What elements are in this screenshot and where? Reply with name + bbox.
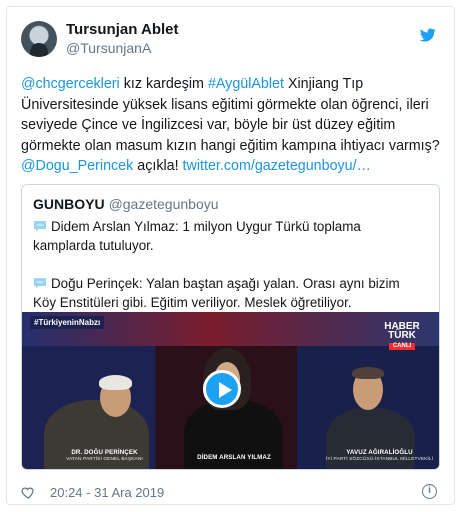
- tweet-text: @chcgercekleri kız kardeşim #AygülAblet …: [21, 74, 441, 177]
- heart-icon[interactable]: [21, 485, 36, 500]
- caption-center-name: DİDEM ARSLAN YILMAZ: [197, 454, 271, 461]
- video-thumbnail[interactable]: #TürkiyeninNabzı HABER TÜRK CANLI DR. DO…: [22, 312, 439, 469]
- author-handle[interactable]: @TursunjanA: [66, 39, 151, 57]
- twitter-bird-icon[interactable]: [419, 27, 437, 43]
- tweet-timestamp[interactable]: 20:24 - 31 Ara 2019: [50, 485, 164, 501]
- tweet-link[interactable]: twitter.com/gazetegunboyu/…: [183, 158, 371, 174]
- tweet-text-segment: kız kardeşim: [119, 76, 208, 92]
- caption-left-title: VATAN PARTİSİ GENEL BAŞKANI: [66, 457, 143, 462]
- caption-right-name: YAVUZ AĞIRALİOĞLU: [346, 449, 413, 456]
- quoted-author-handle[interactable]: @gazetegunboyu: [109, 196, 219, 212]
- play-icon[interactable]: [203, 370, 241, 408]
- quoted-tweet[interactable]: GUNBOYU @gazetegunboyu Didem Arslan Yılma…: [21, 184, 440, 470]
- live-badge: CANLI: [389, 343, 415, 350]
- quoted-paragraph-text: Doğu Perinçek: Yalan baştan aşağı yalan.…: [33, 276, 400, 310]
- avatar[interactable]: [21, 21, 57, 57]
- speech-bubble-icon: [34, 221, 46, 231]
- quoted-paragraph-1: Didem Arslan Yılmaz: 1 milyon Uygur Türk…: [33, 217, 423, 255]
- quoted-paragraph-text: Didem Arslan Yılmaz: 1 milyon Uygur Türk…: [33, 219, 361, 253]
- quoted-paragraph-2: Doğu Perinçek: Yalan baştan aşağı yalan.…: [33, 274, 423, 312]
- program-hashtag: #TürkiyeninNabzı: [30, 316, 105, 329]
- speech-bubble-icon: [34, 278, 46, 288]
- quoted-header: GUNBOYU @gazetegunboyu: [33, 195, 219, 213]
- tweet-link[interactable]: #AygülAblet: [208, 76, 284, 92]
- caption-right-title: İYİ PARTİ SÖZCÜSÜ-İSTANBUL MİLLETVEKİLİ: [325, 457, 434, 462]
- tweet-link[interactable]: @chcgercekleri: [21, 76, 120, 92]
- channel-logo-text: HABER TÜRK: [384, 321, 420, 341]
- tweet-card: Tursunjan Ablet @TursunjanA @chcgercekle…: [6, 6, 455, 505]
- guest-right-hair: [352, 367, 384, 379]
- guest-left-hair: [99, 375, 132, 390]
- quoted-text: Didem Arslan Yılmaz: 1 milyon Uygur Türk…: [33, 217, 423, 312]
- info-icon[interactable]: i: [422, 484, 437, 499]
- channel-logo: HABER TÜRK CANLI: [381, 322, 423, 350]
- caption-left-name: DR. DOĞU PERİNÇEK: [71, 449, 138, 456]
- quoted-author-name[interactable]: GUNBOYU: [33, 196, 105, 212]
- tweet-text-segment: açıkla!: [133, 158, 183, 174]
- tweet-link[interactable]: @Dogu_Perincek: [21, 158, 133, 174]
- author-name[interactable]: Tursunjan Ablet: [66, 20, 179, 39]
